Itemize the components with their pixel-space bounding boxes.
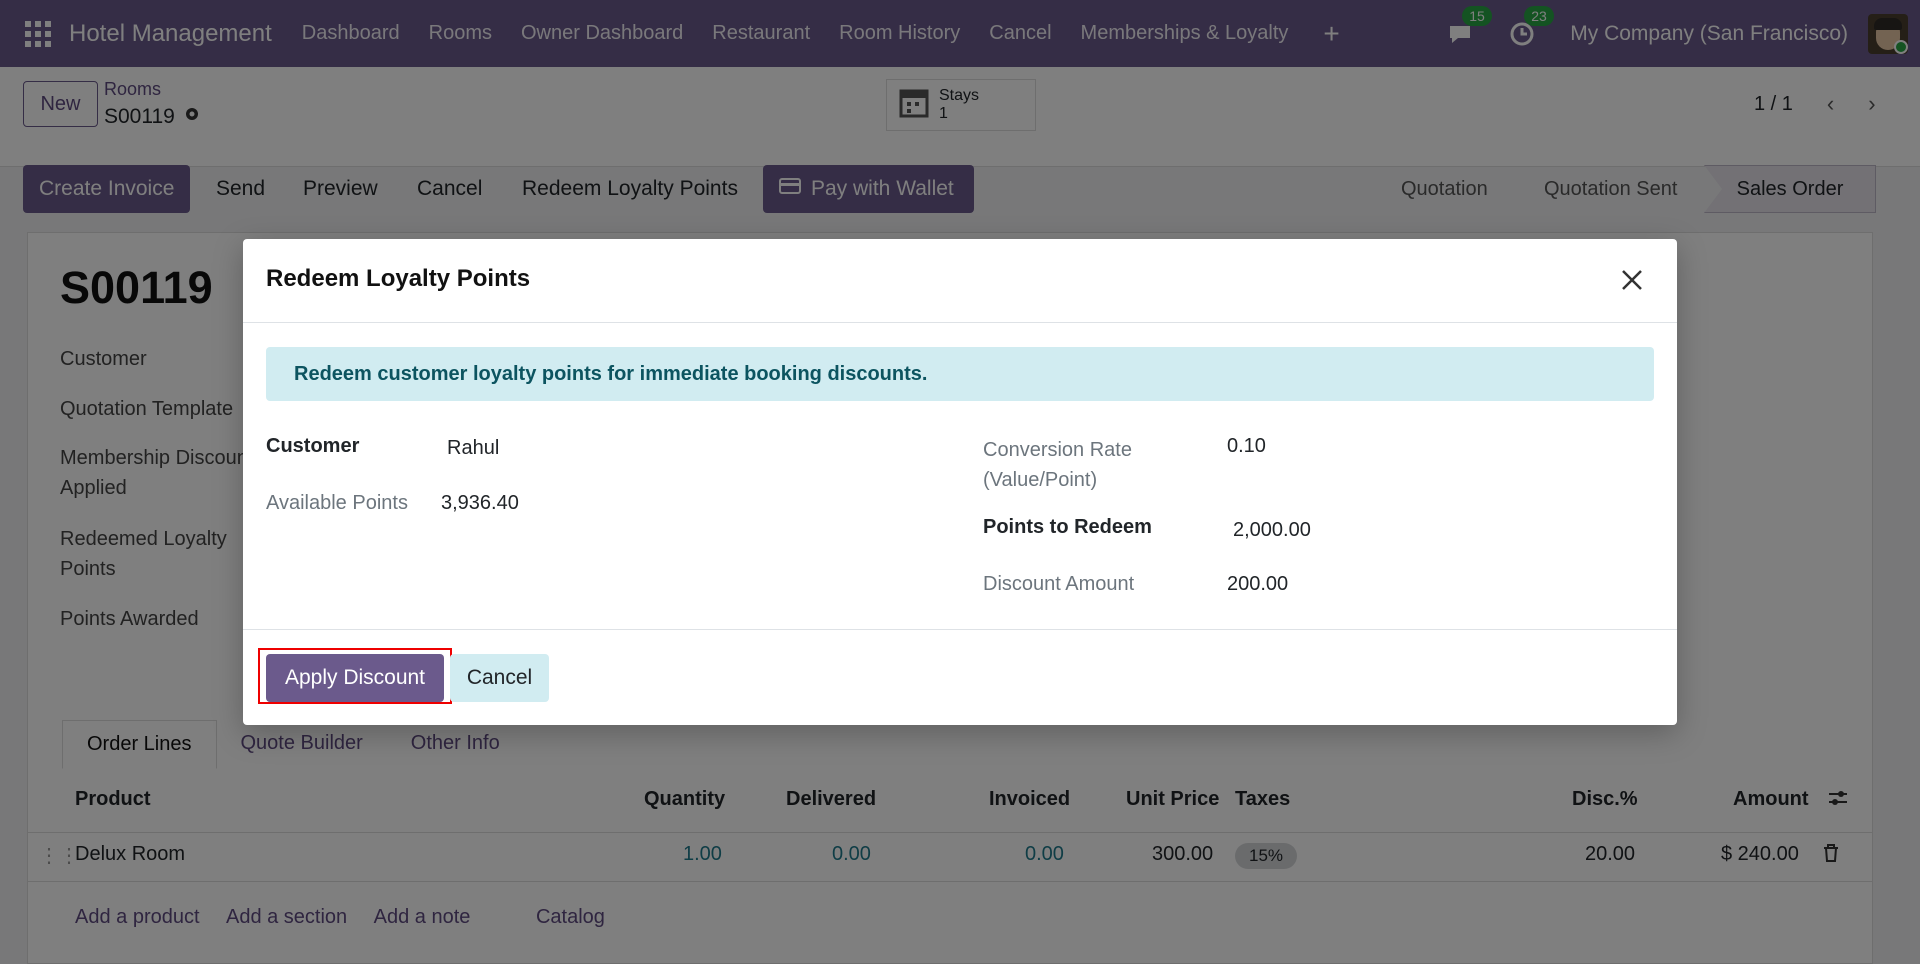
points-to-redeem-label: Points to Redeem — [983, 516, 1152, 538]
customer-label: Customer — [266, 435, 360, 457]
dialog-title: Redeem Loyalty Points — [266, 265, 531, 292]
conversion-rate-label: Conversion Rate (Value/Point) — [983, 435, 1132, 495]
available-points-label: Available Points — [266, 492, 408, 514]
conversion-rate-label-line2: (Value/Point) — [983, 469, 1098, 491]
dialog-header: Redeem Loyalty Points — [243, 239, 1677, 323]
conversion-rate-value: 0.10 — [1227, 435, 1266, 457]
close-icon[interactable] — [1617, 265, 1647, 295]
customer-value[interactable]: Rahul — [447, 437, 499, 460]
discount-amount-value: 200.00 — [1227, 573, 1289, 595]
redeem-loyalty-dialog: Redeem Loyalty Points Redeem customer lo… — [243, 239, 1677, 725]
conversion-rate-label-line1: Conversion Rate — [983, 439, 1132, 461]
points-to-redeem-input[interactable]: 2,000.00 — [1233, 519, 1311, 542]
apply-discount-button[interactable]: Apply Discount — [266, 654, 444, 702]
available-points-value: 3,936.40 — [441, 492, 519, 514]
discount-amount-label: Discount Amount — [983, 573, 1135, 595]
dialog-footer: Apply Discount Cancel — [243, 629, 1677, 725]
info-alert: Redeem customer loyalty points for immed… — [266, 347, 1654, 401]
dialog-cancel-button[interactable]: Cancel — [450, 654, 549, 702]
